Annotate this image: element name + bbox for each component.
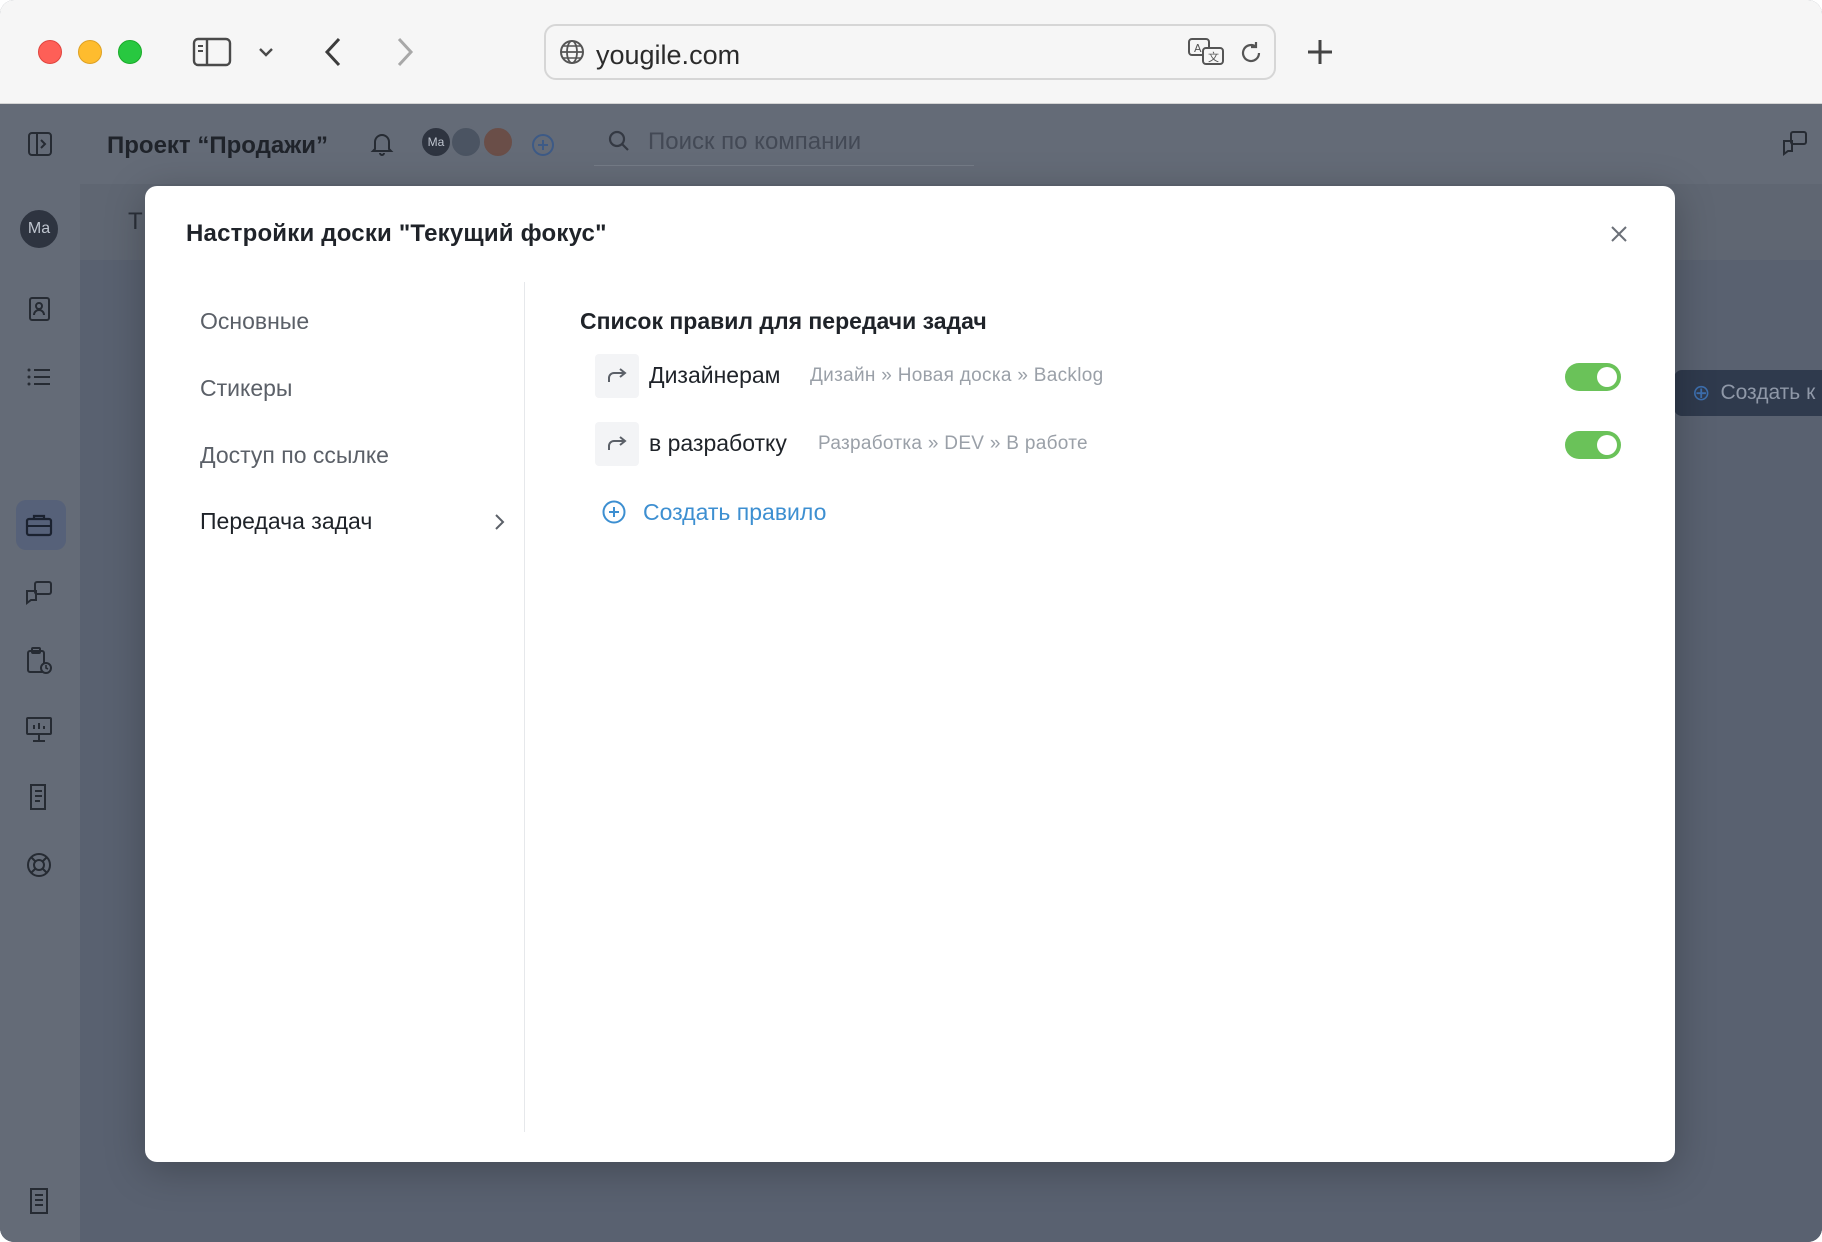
support-icon[interactable]: [22, 848, 56, 882]
rule-row[interactable]: в разработку Разработка » DEV » В работе: [595, 422, 1635, 466]
app-header: Проект “Продажи” Ma Поиск по компании: [0, 104, 1822, 184]
modal-title: Настройки доски "Текущий фокус": [186, 220, 607, 247]
url-text: yougile.com: [596, 40, 741, 70]
settings-nav-link-access[interactable]: Доступ по ссылке: [200, 442, 389, 469]
board-settings-modal: Настройки доски "Текущий фокус" Основные…: [145, 186, 1675, 1162]
project-title[interactable]: Проект “Продажи”: [107, 132, 328, 160]
globe-icon: [558, 38, 586, 66]
rule-name: в разработку: [649, 430, 787, 456]
fullscreen-window-button[interactable]: [118, 40, 142, 64]
create-rule-button[interactable]: Создать правило: [601, 496, 826, 528]
browser-window: yougile.com A文 Проект “Продажи” Ma Поиск…: [0, 0, 1822, 1242]
rule-row[interactable]: Дизайнерам Дизайн » Новая доска » Backlo…: [595, 354, 1635, 398]
avatar[interactable]: Ma: [420, 126, 452, 158]
rule-toggle[interactable]: [1565, 363, 1621, 391]
toggle-knob: [1597, 367, 1617, 387]
browser-toolbar: yougile.com A文: [0, 0, 1822, 104]
settings-nav-main[interactable]: Основные: [200, 308, 309, 335]
user-avatar[interactable]: Ma: [18, 208, 60, 250]
nav-divider: [524, 282, 525, 1132]
app-sidebar: Ma: [0, 184, 80, 1242]
search-icon: [606, 128, 632, 154]
settings-nav-stickers[interactable]: Стикеры: [200, 375, 292, 402]
clipboard-clock-icon[interactable]: [22, 644, 56, 678]
avatar-initials: Ma: [427, 135, 445, 149]
chevron-right-icon: [489, 512, 509, 532]
close-window-button[interactable]: [38, 40, 62, 64]
rule-toggle[interactable]: [1565, 431, 1621, 459]
toggle-knob: [1597, 435, 1617, 455]
add-member-icon[interactable]: [530, 132, 556, 158]
create-rule-label: Создать правило: [643, 498, 827, 525]
translate-icon[interactable]: A文: [1186, 36, 1226, 68]
section-title: Список правил для передачи задач: [580, 308, 987, 334]
forward-arrow-icon: [595, 354, 639, 398]
plus-circle-icon: ⊕: [1692, 380, 1711, 405]
address-bar[interactable]: yougile.com A文: [544, 24, 1276, 80]
building-icon[interactable]: [22, 1184, 56, 1218]
reload-icon[interactable]: [1236, 38, 1266, 68]
search-placeholder: Поиск по компании: [648, 128, 862, 155]
back-arrow-icon[interactable]: [318, 32, 348, 72]
briefcase-icon[interactable]: [22, 508, 56, 542]
avatar[interactable]: [482, 126, 514, 158]
avatar[interactable]: [450, 126, 482, 158]
presentation-icon[interactable]: [22, 712, 56, 746]
chat-icon[interactable]: [1780, 128, 1810, 158]
rule-path: Дизайн » Новая доска » Backlog: [810, 365, 1104, 386]
chevron-down-icon[interactable]: [254, 40, 278, 64]
minimize-window-button[interactable]: [78, 40, 102, 64]
forward-arrow-icon[interactable]: [390, 32, 420, 72]
list-icon[interactable]: [22, 360, 56, 394]
panel-toggle-icon[interactable]: [24, 128, 56, 160]
sidebar-toggle-icon[interactable]: [190, 34, 234, 70]
new-tab-icon[interactable]: [1302, 34, 1338, 70]
svg-text:文: 文: [1208, 50, 1219, 64]
plus-circle-icon: [602, 500, 626, 524]
create-button-label: Создать к: [1720, 381, 1816, 404]
company-search[interactable]: Поиск по компании: [594, 114, 974, 166]
bell-icon[interactable]: [368, 130, 396, 158]
close-icon[interactable]: [1605, 220, 1633, 248]
document-icon[interactable]: [22, 780, 56, 814]
forward-arrow-icon: [595, 422, 639, 466]
user-avatar-initials: Ma: [27, 220, 51, 237]
tab-partial[interactable]: Т: [128, 208, 143, 236]
rule-name: Дизайнерам: [649, 362, 781, 388]
messages-icon[interactable]: [22, 576, 56, 610]
create-column-button[interactable]: ⊕ Создать к: [1674, 370, 1822, 416]
svg-text:A: A: [1194, 42, 1202, 55]
settings-nav-task-transfer[interactable]: Передача задач: [200, 508, 372, 535]
contacts-icon[interactable]: [22, 292, 56, 326]
rule-path: Разработка » DEV » В работе: [818, 433, 1088, 454]
